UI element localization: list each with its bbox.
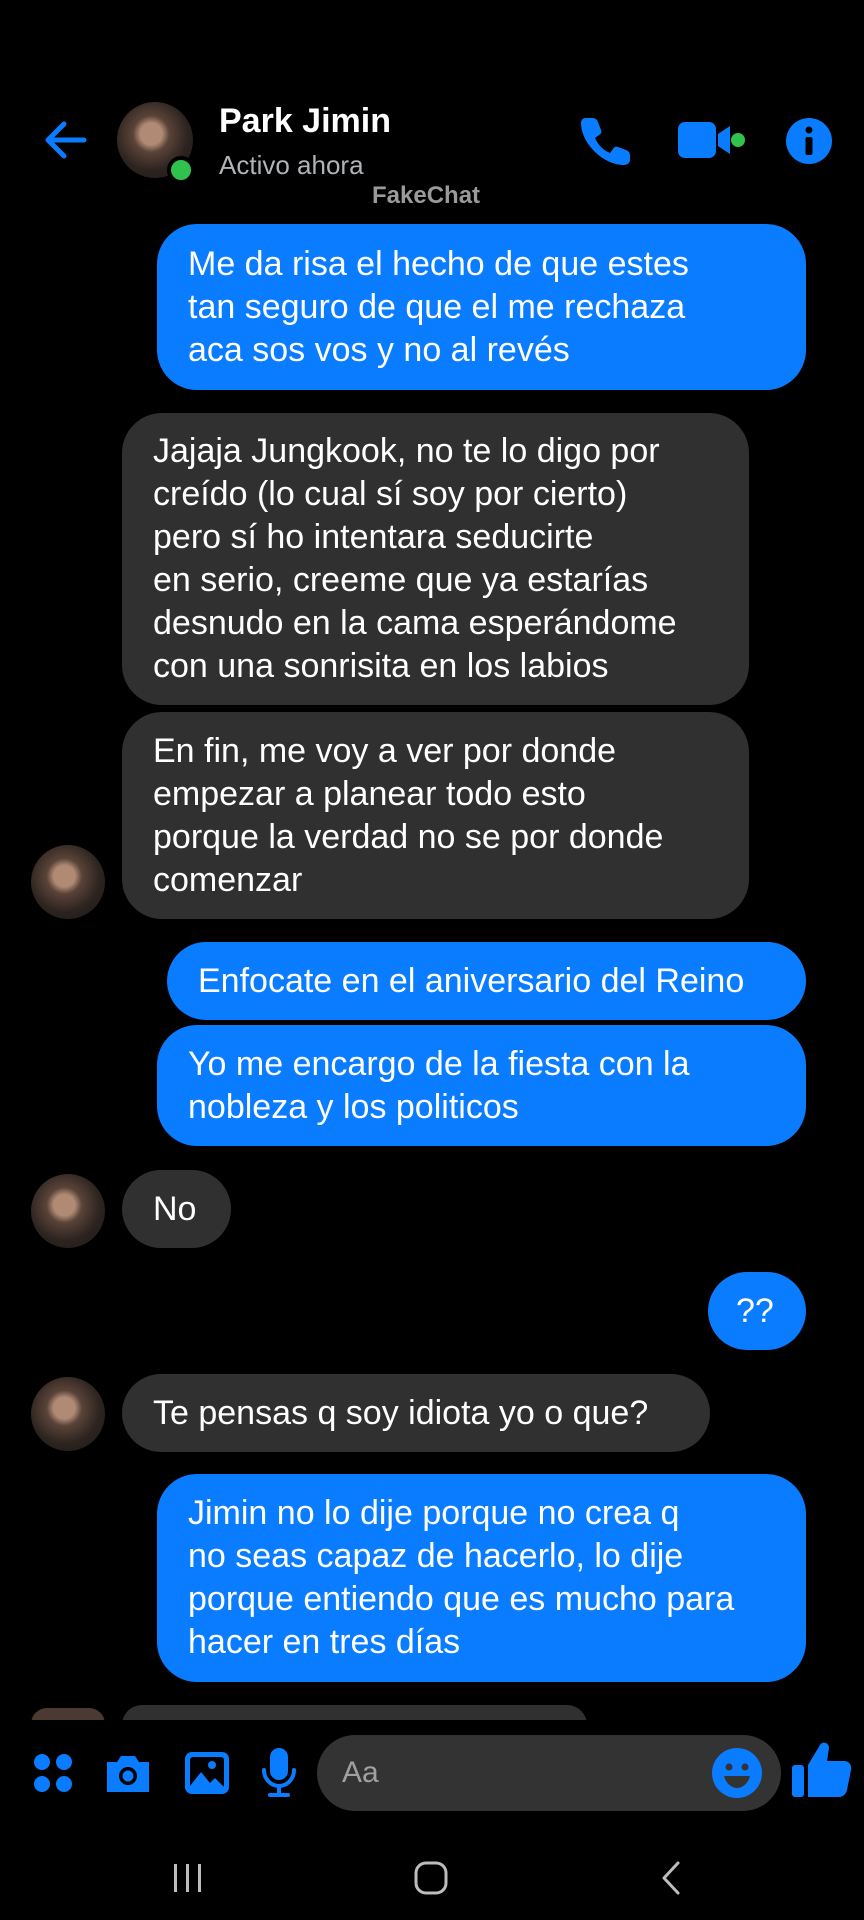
apps-grid-icon[interactable] xyxy=(31,1751,75,1795)
camera-icon[interactable] xyxy=(103,1748,153,1798)
sender-avatar[interactable] xyxy=(31,1174,105,1248)
microphone-icon[interactable] xyxy=(259,1746,299,1800)
message-line: en serio, creeme que ya estarías xyxy=(153,561,649,599)
message-line: Enfocate en el aniversario del Reino xyxy=(198,961,745,1000)
message-line: Jajaja Jungkook, no te lo digo por xyxy=(153,432,660,470)
info-icon[interactable] xyxy=(784,116,834,166)
message-line: no seas capaz de hacerlo, lo dije xyxy=(188,1537,684,1575)
message-line: No xyxy=(153,1189,197,1228)
contact-status: Activo ahora xyxy=(219,150,364,180)
message-bubble-incoming[interactable]: Jajaja Jungkook, no te lo digo por creíd… xyxy=(122,413,749,705)
message-line: comenzar xyxy=(153,860,303,899)
message-line: Te pensas q soy idiota yo o que? xyxy=(153,1393,649,1432)
arrow-left-icon[interactable] xyxy=(38,112,94,168)
message-bubble-outgoing[interactable]: Enfocate en el aniversario del Reino xyxy=(167,942,806,1020)
system-nav-bar xyxy=(0,1830,864,1920)
online-indicator xyxy=(167,156,195,184)
message-line: con una sonrisita en los labios xyxy=(153,647,609,685)
message-line: nobleza y los politicos xyxy=(188,1087,519,1126)
home-icon[interactable] xyxy=(411,1858,451,1898)
sender-avatar[interactable] xyxy=(31,845,105,919)
video-camera-icon[interactable] xyxy=(676,112,746,168)
message-line: aca sos vos y no al revés xyxy=(188,330,570,369)
message-line: hacer en tres días xyxy=(188,1623,461,1661)
message-line: desnudo en la cama esperándome xyxy=(153,604,677,642)
message-line: Me da risa el hecho de que estes xyxy=(188,244,689,283)
message-line: ?? xyxy=(736,1291,774,1330)
watermark: FakeChat xyxy=(372,182,481,209)
message-input-placeholder: Aa xyxy=(342,1756,379,1789)
message-bubble-outgoing[interactable]: ?? xyxy=(708,1272,806,1350)
image-icon[interactable] xyxy=(182,1748,232,1798)
contact-name[interactable]: Park Jimin xyxy=(219,102,391,141)
message-line: creído (lo cual sí soy por cierto) xyxy=(153,475,628,513)
message-line: En fin, me voy a ver por donde xyxy=(153,731,617,770)
thumbs-up-icon[interactable] xyxy=(790,1737,854,1801)
message-bubble-incoming[interactable]: No xyxy=(122,1170,231,1248)
message-line: Yo me encargo de la fiesta con la xyxy=(188,1044,690,1083)
recent-apps-icon[interactable] xyxy=(168,1858,208,1898)
message-line: Jimin no lo dije porque no crea q xyxy=(188,1494,680,1532)
message-bubble-outgoing[interactable]: Jimin no lo dije porque no crea q no sea… xyxy=(157,1474,806,1682)
message-bubble-incoming[interactable]: Te pensas q soy idiota yo o que? xyxy=(122,1374,710,1452)
message-line: empezar a planear todo esto xyxy=(153,774,586,813)
emoji-icon[interactable] xyxy=(710,1746,764,1800)
message-line: porque entiendo que es mucho para xyxy=(188,1580,735,1618)
sender-avatar[interactable] xyxy=(31,1377,105,1451)
message-bubble-outgoing[interactable]: Me da risa el hecho de que estes tan seg… xyxy=(157,224,806,390)
phone-icon[interactable] xyxy=(578,112,634,168)
back-nav-icon[interactable] xyxy=(652,1858,692,1898)
message-bubble-outgoing[interactable]: Yo me encargo de la fiesta con la noblez… xyxy=(157,1025,806,1146)
message-line: tan seguro de que el me rechaza xyxy=(188,287,686,326)
chat-header: Park Jimin Activo ahora FakeChat xyxy=(0,0,864,230)
message-line: porque la verdad no se por donde xyxy=(153,817,664,856)
message-bubble-incoming[interactable]: En fin, me voy a ver por donde empezar a… xyxy=(122,712,749,919)
message-line: pero sí ho intentara seducirte xyxy=(153,518,594,556)
